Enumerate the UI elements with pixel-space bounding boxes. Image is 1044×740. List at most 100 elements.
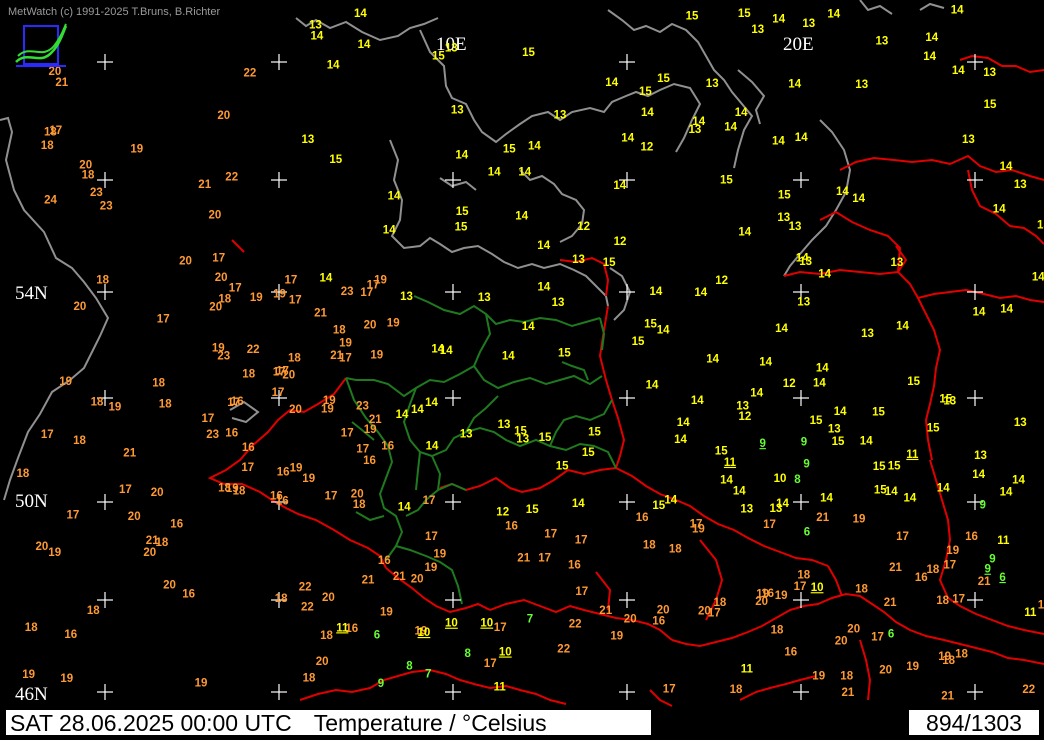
station-temperature: 17 xyxy=(356,443,369,455)
map-caption: SAT 28.06.2025 00:00 UTC Temperature / °C… xyxy=(5,709,652,736)
station-temperature: 23 xyxy=(341,286,354,298)
station-temperature: 13 xyxy=(855,79,868,91)
station-temperature: 13 xyxy=(861,328,874,340)
station-temperature: 21 xyxy=(889,562,902,574)
station-temperature: 14 xyxy=(720,475,733,487)
station-temperature: 10 xyxy=(480,618,493,630)
station-temperature: 15 xyxy=(888,461,901,473)
station-temperature: 14 xyxy=(388,190,401,202)
station-temperature: 24 xyxy=(44,194,57,206)
station-temperature: 20 xyxy=(215,272,228,284)
station-temperature: 13 xyxy=(706,78,719,90)
station-temperature: 13 xyxy=(1014,179,1027,191)
station-temperature: 21 xyxy=(599,605,612,617)
station-temperature: 14 xyxy=(816,363,829,375)
station-temperature: 22 xyxy=(299,581,312,593)
station-temperature: 10 xyxy=(418,627,431,639)
station-temperature: 18 xyxy=(156,537,169,549)
station-temperature: 13 xyxy=(552,297,565,309)
station-temperature: 18 xyxy=(73,435,86,447)
station-temperature: 14 xyxy=(440,345,453,357)
station-temperature: 15 xyxy=(872,406,885,418)
station-temperature: 20 xyxy=(128,511,141,523)
station-temperature: 20 xyxy=(351,489,364,501)
station-temperature: 13 xyxy=(400,291,413,303)
station-temperature: 19 xyxy=(425,562,438,574)
station-temperature: 11 xyxy=(336,622,349,634)
station-temperature: 13 xyxy=(451,104,464,116)
station-temperature: 16 xyxy=(277,466,290,478)
station-temperature: 14 xyxy=(641,107,654,119)
metwatch-logo-icon xyxy=(15,23,68,67)
station-temperature: 16 xyxy=(182,589,195,601)
station-temperature: 14 xyxy=(952,65,965,77)
station-temperature: 22 xyxy=(244,67,257,79)
station-temperature: 15 xyxy=(582,447,595,459)
station-temperature: 16 xyxy=(363,455,376,467)
station-temperature: 13 xyxy=(797,297,810,309)
station-temperature: 18 xyxy=(730,684,743,696)
station-temperature: 6 xyxy=(804,526,810,538)
station-temperature: 10 xyxy=(499,647,512,659)
station-temperature: 17 xyxy=(272,387,285,399)
station-temperature: 18 xyxy=(25,622,38,634)
station-temperature: 16 xyxy=(568,560,581,572)
lon-label-20e: 20E xyxy=(783,34,814,55)
station-temperature: 15 xyxy=(720,175,733,187)
station-temperature: 14 xyxy=(735,107,748,119)
station-temperature: 18 xyxy=(714,597,727,609)
station-temperature: 16 xyxy=(64,629,77,641)
station-temperature: 21 xyxy=(198,179,211,191)
station-temperature: 8 xyxy=(794,474,801,486)
station-temperature: 23 xyxy=(217,351,230,363)
station-temperature: 20 xyxy=(322,592,335,604)
station-temperature: 17 xyxy=(49,125,62,137)
station-temperature: 19 xyxy=(22,669,35,681)
station-temperature: 15 xyxy=(1037,220,1044,232)
station-temperature: 19 xyxy=(812,671,825,683)
station-temperature: 16 xyxy=(652,615,665,627)
station-temperature: 21 xyxy=(842,687,855,699)
station-temperature: 22 xyxy=(557,643,570,655)
station-temperature: 18 xyxy=(927,564,940,576)
station-temperature: 14 xyxy=(772,14,785,26)
station-temperature: 20 xyxy=(879,665,892,677)
station-temperature: 18 xyxy=(288,352,301,364)
station-temperature: 16 xyxy=(170,518,183,530)
station-temperature: 19 xyxy=(433,549,446,561)
station-temperature: 14 xyxy=(925,32,938,44)
datetime-label: SAT 28.06.2025 00:00 UTC xyxy=(10,710,292,736)
station-temperature: 19 xyxy=(1038,600,1044,612)
station-temperature: 15 xyxy=(927,422,940,434)
station-temperature: 17 xyxy=(285,275,298,287)
station-temperature: 10 xyxy=(811,582,824,594)
station-temperature: 14 xyxy=(383,225,396,237)
station-temperature: 6 xyxy=(999,572,1005,584)
station-temperature: 17 xyxy=(229,282,242,294)
station-temperature: 11 xyxy=(741,664,754,676)
station-temperature: 17 xyxy=(575,586,588,598)
station-temperature: 14 xyxy=(621,132,634,144)
station-temperature: 14 xyxy=(426,440,439,452)
station-temperature: 14 xyxy=(973,307,986,319)
station-temperature: 17 xyxy=(212,253,225,265)
weather-map: 54N 50N 46N 10E 20E 15151616161516171616… xyxy=(0,0,1044,740)
station-temperature: 14 xyxy=(572,498,585,510)
station-temperature: 13 xyxy=(770,503,783,515)
station-temperature: 15 xyxy=(907,376,920,388)
station-temperature: 21 xyxy=(941,691,954,703)
station-temperature: 17 xyxy=(157,314,170,326)
station-temperature: 17 xyxy=(273,367,286,379)
station-temperature: 21 xyxy=(55,77,68,89)
station-temperature: 18 xyxy=(320,630,333,642)
station-temperature: 14 xyxy=(813,378,826,390)
station-temperature: 19 xyxy=(59,376,72,388)
station-temperature: 14 xyxy=(674,434,687,446)
lat-label-54n: 54N xyxy=(15,283,48,304)
station-temperature: 20 xyxy=(289,404,302,416)
station-temperature: 10 xyxy=(774,473,787,485)
station-temperature: 14 xyxy=(759,357,772,369)
copyright-credit: MetWatch (c) 1991-2025 T.Bruns, B.Richte… xyxy=(8,6,221,18)
station-temperature: 18 xyxy=(840,670,853,682)
station-temperature: 15 xyxy=(738,8,751,20)
